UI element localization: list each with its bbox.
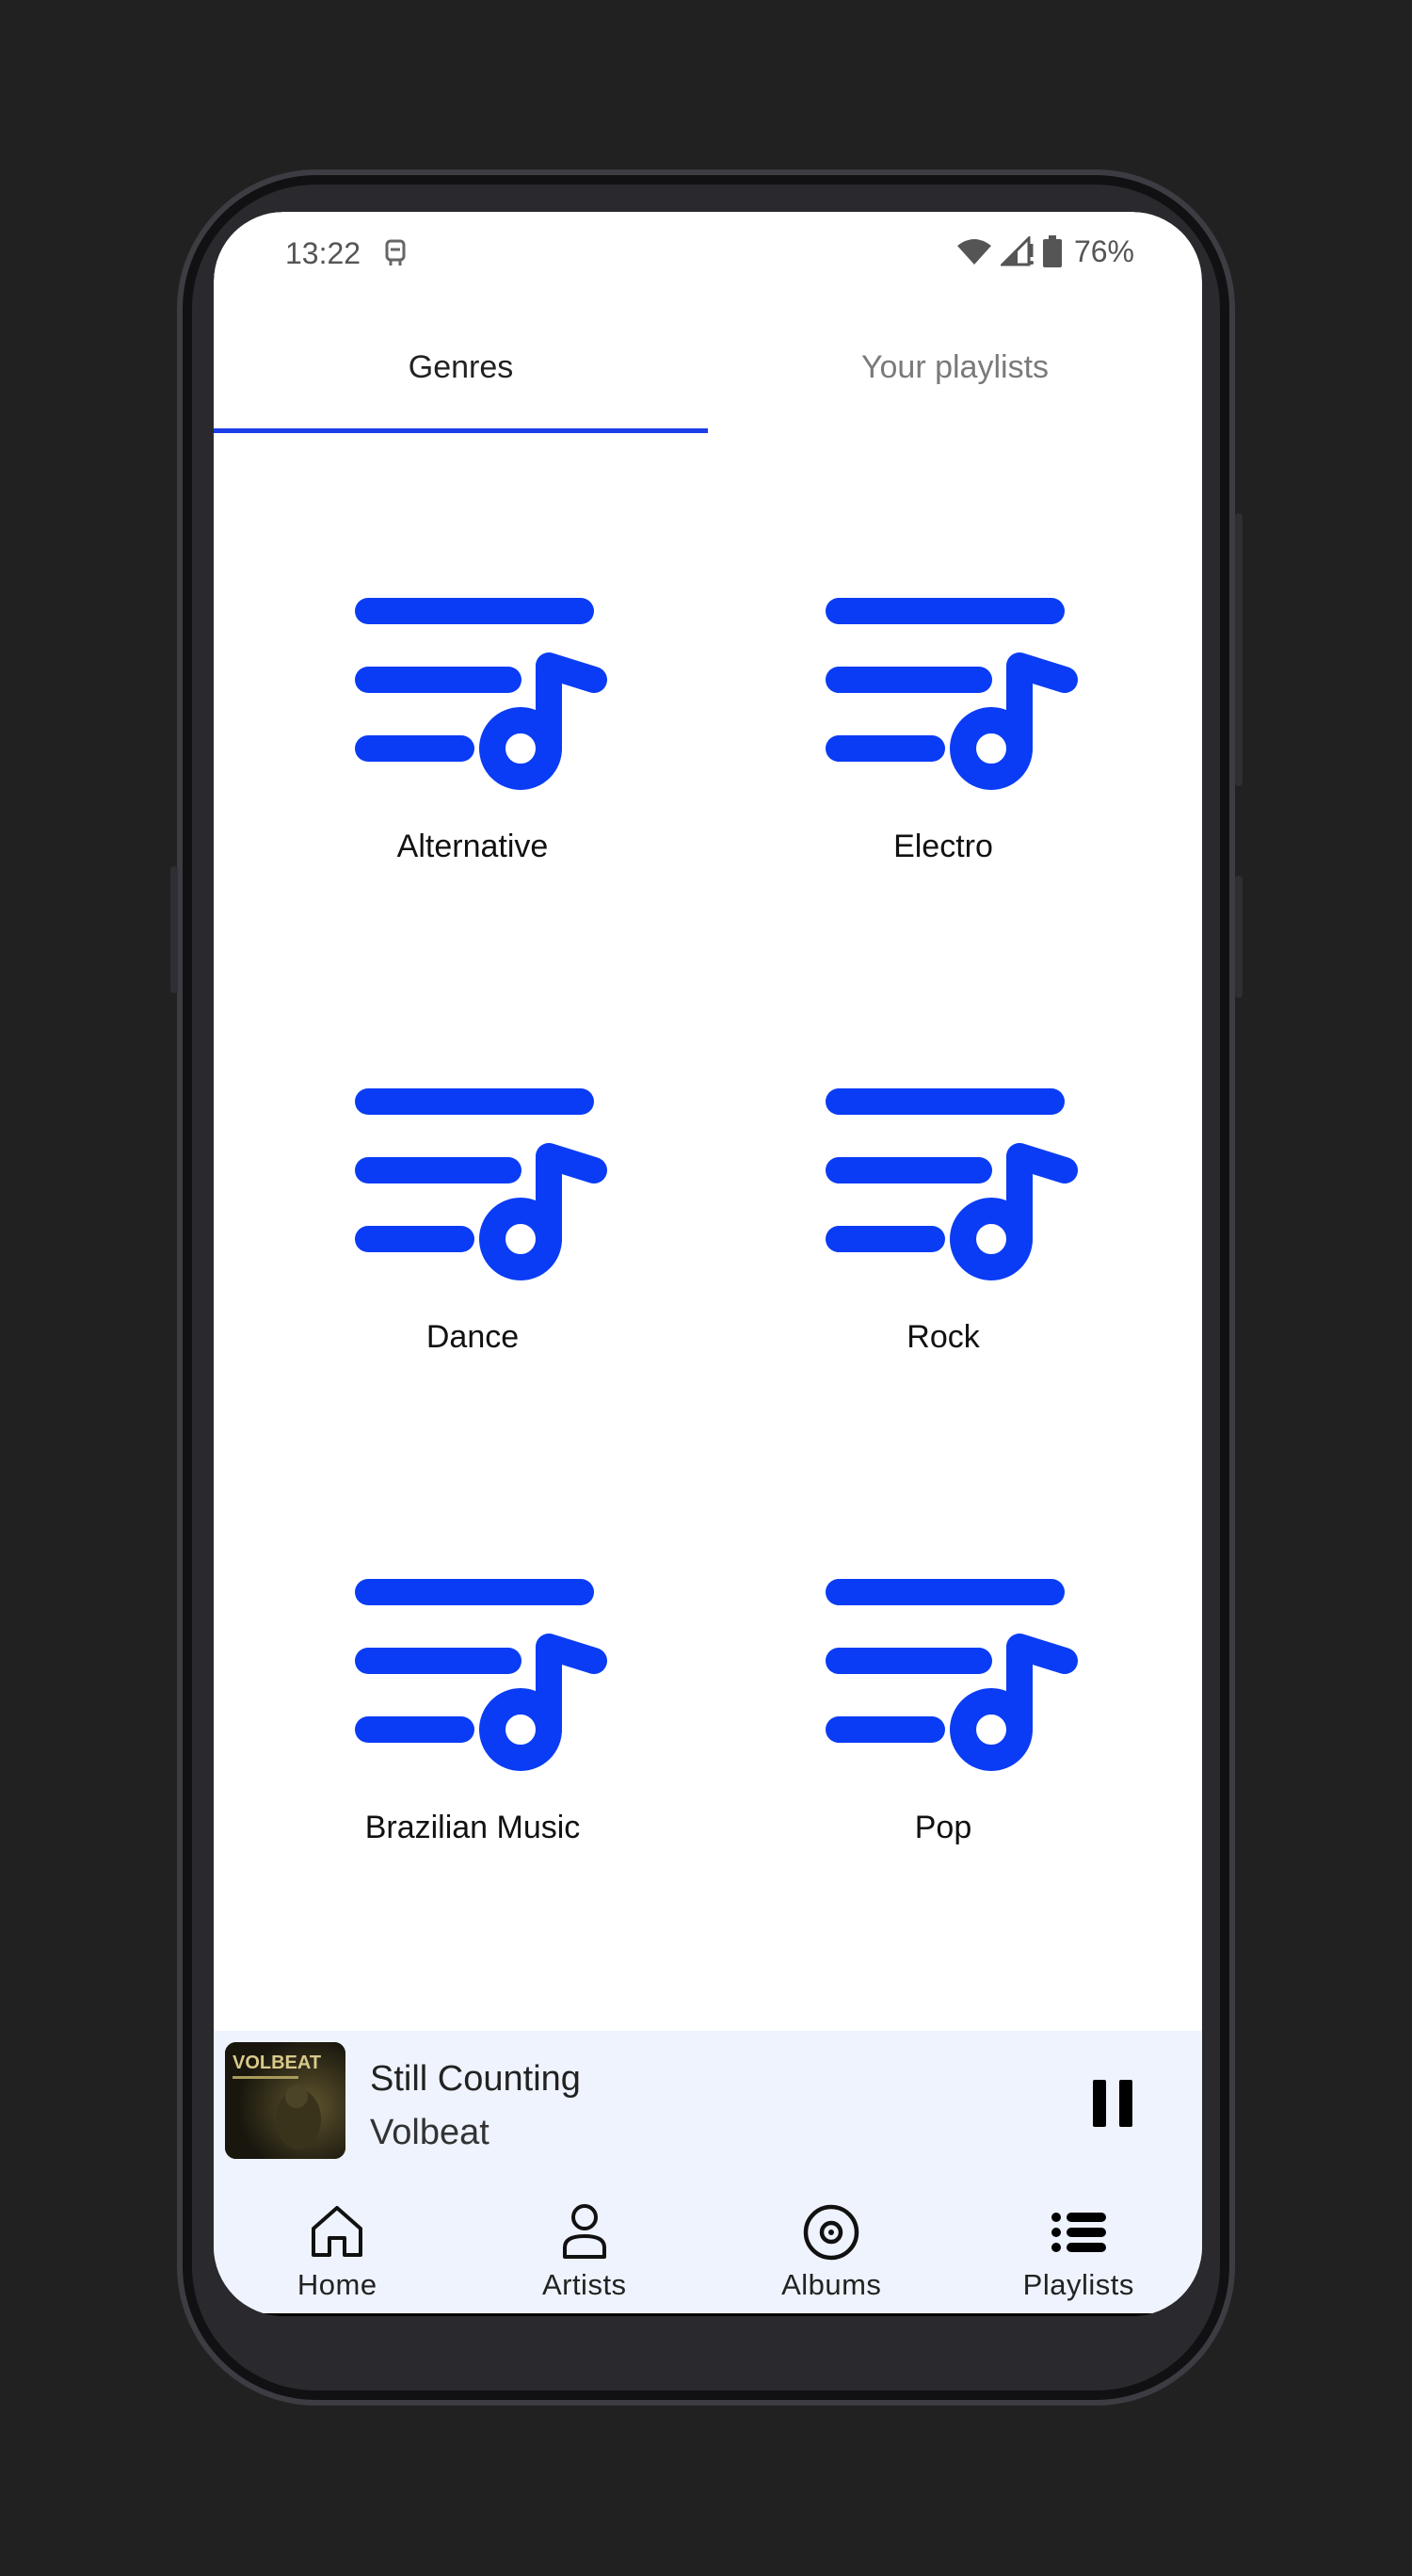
phone-screen: 13:22 76% Genres Your playlists Alternat… bbox=[214, 212, 1202, 2316]
album-art-text: VOLBEAT bbox=[233, 2053, 321, 2073]
nav-albums-label: Albums bbox=[781, 2268, 882, 2301]
volume-button bbox=[1235, 876, 1243, 998]
genre-label: Alternative bbox=[396, 829, 549, 864]
battery-percent: 76% bbox=[1073, 233, 1134, 268]
status-time: 13:22 bbox=[285, 236, 361, 270]
playlist-music-icon bbox=[355, 1088, 607, 1280]
home-icon bbox=[312, 2206, 363, 2257]
tab-bar: Genres Your playlists bbox=[214, 301, 1202, 433]
tab-genres[interactable]: Genres bbox=[214, 301, 708, 433]
signal-icon bbox=[1000, 236, 1034, 266]
nav-playlists-label: Playlists bbox=[1022, 2268, 1134, 2301]
genre-label: Brazilian Music bbox=[364, 1810, 581, 1845]
genre-item-alternative[interactable]: Alternative bbox=[237, 433, 708, 924]
playlist-icon bbox=[1051, 2213, 1106, 2252]
tab-your-playlists-label: Your playlists bbox=[860, 348, 1050, 385]
playlist-music-icon bbox=[826, 1088, 1078, 1280]
genre-item-dance[interactable]: Dance bbox=[237, 924, 708, 1414]
battery-icon bbox=[1042, 235, 1062, 267]
nav-home[interactable]: Home bbox=[214, 2191, 461, 2313]
wifi-icon bbox=[956, 239, 991, 265]
genre-label: Pop bbox=[914, 1810, 972, 1845]
side-button-left bbox=[170, 866, 178, 993]
genre-item-rock[interactable]: Rock bbox=[708, 924, 1179, 1414]
nav-albums[interactable]: Albums bbox=[708, 2191, 955, 2313]
genre-grid: Alternative Electro Dance Rock Brazilian… bbox=[214, 433, 1202, 2246]
album-art[interactable]: VOLBEAT bbox=[225, 2042, 345, 2159]
power-button bbox=[1235, 513, 1243, 786]
person-icon bbox=[562, 2204, 606, 2259]
tab-genres-label: Genres bbox=[408, 348, 514, 385]
genre-label: Electro bbox=[893, 829, 993, 864]
nav-playlists[interactable]: Playlists bbox=[955, 2191, 1203, 2313]
playlist-music-icon bbox=[826, 1579, 1078, 1771]
app-root: 13:22 76% Genres Your playlists Alternat… bbox=[214, 212, 1202, 2313]
nav-artists-label: Artists bbox=[541, 2268, 627, 2301]
track-artist: Volbeat bbox=[370, 2113, 489, 2152]
nav-artists[interactable]: Artists bbox=[461, 2191, 709, 2313]
genre-label: Rock bbox=[907, 1319, 980, 1355]
status-bar: 13:22 76% bbox=[214, 212, 1202, 301]
bottom-nav: Home Artists Albums Playlists bbox=[214, 2191, 1202, 2313]
genre-item-electro[interactable]: Electro bbox=[708, 433, 1179, 924]
status-icons: 76% bbox=[955, 233, 1134, 270]
tab-your-playlists[interactable]: Your playlists bbox=[708, 301, 1202, 433]
album-art-image: VOLBEAT bbox=[225, 2042, 345, 2159]
nav-home-label: Home bbox=[297, 2268, 377, 2301]
playlist-music-icon bbox=[355, 1579, 607, 1771]
playlist-music-icon bbox=[355, 598, 607, 790]
pause-button[interactable] bbox=[1080, 2070, 1146, 2136]
mini-player[interactable]: VOLBEAT Still Counting Volbeat bbox=[214, 2031, 1202, 2191]
genre-item-brazilian-music[interactable]: Brazilian Music bbox=[237, 1414, 708, 1905]
genre-label: Dance bbox=[425, 1319, 520, 1355]
genre-item-pop[interactable]: Pop bbox=[708, 1414, 1179, 1905]
album-icon bbox=[804, 2204, 859, 2261]
notification-icon bbox=[385, 239, 406, 266]
playlist-music-icon bbox=[826, 598, 1078, 790]
track-title: Still Counting bbox=[370, 2059, 581, 2099]
